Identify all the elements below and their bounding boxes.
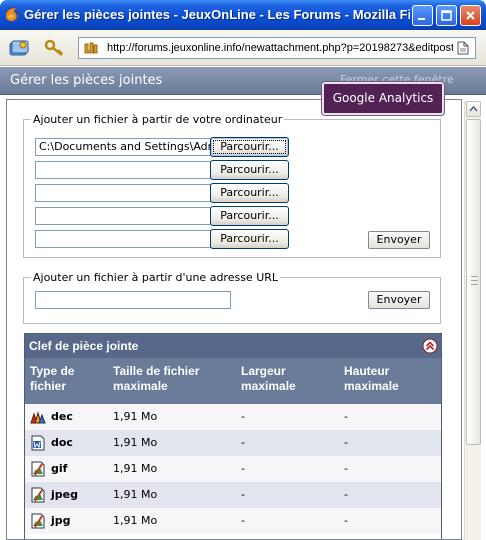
window-title: Gérer les pièces jointes - JeuxOnLine - …: [24, 7, 410, 22]
header-width: Largeur maximale: [241, 364, 296, 393]
header-height: Hauteur maximale: [344, 364, 399, 393]
upload-url-legend: Ajouter un fichier à partir d'une adress…: [33, 271, 279, 284]
row-ext: doc: [51, 436, 73, 449]
table-row: doc 1,91 Mo - -: [25, 430, 441, 456]
file-input-3[interactable]: [35, 184, 211, 202]
site-favicon-icon: [82, 40, 100, 56]
row-width: -: [241, 462, 245, 475]
row-ext: dec: [51, 410, 73, 423]
security-icon[interactable]: [8, 38, 30, 58]
browse-button-3[interactable]: Parcourir...: [210, 183, 289, 203]
attachment-key-table: Clef de pièce jointe Type de fichier Tai…: [24, 333, 442, 539]
row-width: -: [241, 488, 245, 501]
table-title-bar: Clef de pièce jointe: [25, 334, 441, 358]
file-input-5[interactable]: [35, 230, 211, 248]
maximize-icon: [441, 10, 452, 21]
navigation-bar: http://forums.jeuxonline.info/newattachm…: [0, 30, 486, 66]
page-content: Gérer les pièces jointes Fermer cette fe…: [0, 67, 486, 540]
minimize-icon: [418, 18, 425, 20]
table-row: jpeg 1,91 Mo - -: [25, 482, 441, 508]
grip-icon: [471, 276, 478, 285]
browse-button-4[interactable]: Parcourir...: [210, 206, 289, 226]
table-row: dec 1,91 Mo - -: [25, 404, 441, 430]
url-text: http://forums.jeuxonline.info/newattachm…: [107, 42, 453, 54]
scroll-up-button[interactable]: [466, 101, 481, 117]
chevron-up-icon: [469, 106, 478, 112]
row-size: 1,91 Mo: [113, 514, 158, 527]
browse-button-5[interactable]: Parcourir...: [210, 229, 289, 249]
archive-icon: [30, 411, 46, 424]
upload-computer-fieldset: Ajouter un fichier à partir de votre ord…: [23, 113, 441, 258]
maximize-button[interactable]: [436, 5, 457, 26]
close-window-button[interactable]: [460, 5, 481, 26]
row-height: -: [344, 462, 348, 475]
row-height: -: [344, 410, 348, 423]
row-height: -: [344, 436, 348, 449]
image-icon: [31, 487, 45, 503]
vertical-scrollbar[interactable]: [464, 101, 481, 540]
row-width: -: [241, 410, 245, 423]
collapse-icon[interactable]: [422, 338, 438, 354]
table-title: Clef de pièce jointe: [29, 339, 139, 353]
row-height: -: [344, 514, 348, 527]
send-file-button[interactable]: Envoyer: [368, 231, 430, 249]
row-width: -: [241, 514, 245, 527]
minimize-button[interactable]: [412, 5, 433, 26]
scrollable-content: Ajouter un fichier à partir de votre ord…: [6, 99, 462, 540]
browse-button-2[interactable]: Parcourir...: [210, 160, 289, 180]
browse-button-1[interactable]: Parcourir...: [210, 137, 289, 157]
row-size: 1,91 Mo: [113, 488, 158, 501]
panel-title: Gérer les pièces jointes: [10, 73, 163, 88]
file-input-4[interactable]: [35, 207, 211, 225]
row-size: 1,91 Mo: [113, 462, 158, 475]
close-icon: [466, 11, 475, 20]
table-row: gif 1,91 Mo - -: [25, 456, 441, 482]
row-height: -: [344, 488, 348, 501]
file-input-1[interactable]: C:\Documents and Settings\Adm: [35, 138, 211, 156]
row-ext: jpg: [51, 514, 71, 527]
key-icon[interactable]: [44, 38, 66, 58]
image-icon: [31, 461, 45, 477]
header-size: Taille de fichier maximale: [113, 364, 200, 393]
window-titlebar[interactable]: Gérer les pièces jointes - JeuxOnLine - …: [0, 0, 486, 30]
google-analytics-popup[interactable]: Google Analytics: [322, 82, 444, 115]
table-header: Type de fichier Taille de fichier maxima…: [25, 358, 441, 404]
word-icon: [31, 435, 45, 451]
file-input-2[interactable]: [35, 161, 211, 179]
reader-view-icon[interactable]: [454, 40, 472, 56]
row-ext: gif: [51, 462, 68, 475]
firefox-icon: [5, 7, 20, 22]
url-input[interactable]: [35, 291, 231, 309]
address-bar[interactable]: http://forums.jeuxonline.info/newattachm…: [78, 37, 476, 59]
upload-computer-legend: Ajouter un fichier à partir de votre ord…: [33, 113, 283, 126]
image-icon: [31, 513, 45, 529]
header-type: Type de fichier: [30, 364, 75, 393]
scroll-thumb[interactable]: [466, 119, 481, 445]
row-size: 1,91 Mo: [113, 410, 158, 423]
row-ext: jpeg: [51, 488, 78, 501]
row-size: 1,91 Mo: [113, 436, 158, 449]
row-width: -: [241, 436, 245, 449]
send-url-button[interactable]: Envoyer: [368, 291, 430, 309]
upload-url-fieldset: Ajouter un fichier à partir d'une adress…: [23, 271, 441, 324]
table-row: jpg 1,91 Mo - -: [25, 508, 441, 534]
